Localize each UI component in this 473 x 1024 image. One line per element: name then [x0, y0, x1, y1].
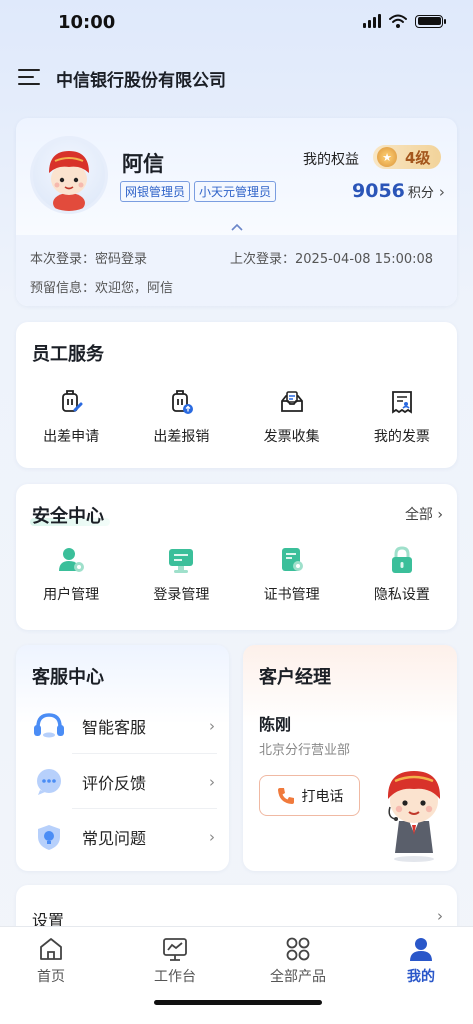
tab-label: 全部产品	[270, 969, 326, 985]
view-all-label: 全部	[404, 507, 433, 523]
view-all-link[interactable]: 全部 ›	[405, 504, 443, 524]
account-manager-card: 客户经理 陈刚 北京分行营业部 打电话	[243, 645, 457, 871]
chevron-right-icon: ›	[438, 183, 445, 201]
chevron-right-icon: ›	[209, 827, 215, 846]
headset-icon	[32, 709, 66, 743]
employee-services-card: 员工服务 出差申请 出差报销 发票收集 我的发票	[16, 322, 457, 468]
last-login: 上次登录：2025-04-08 15:00:08	[230, 252, 434, 267]
my-invoice-icon	[386, 386, 418, 418]
lock-icon	[386, 544, 418, 576]
chevron-up-icon[interactable]	[230, 222, 244, 232]
tab-mine[interactable]: 我的	[376, 935, 466, 986]
role-tags: 网银管理员 小天元管理员	[120, 181, 277, 202]
level-text: 4级	[405, 148, 431, 167]
points-unit: 积分	[407, 186, 434, 201]
manager-name: 陈刚	[259, 715, 292, 734]
grid-label: 隐私设置	[373, 587, 430, 603]
profile-icon	[410, 938, 432, 961]
security-grid: 用户管理 登录管理 证书管理 隐私设置	[16, 544, 457, 604]
grid-label: 用户管理	[43, 587, 100, 603]
menu-icon[interactable]	[18, 67, 40, 87]
tab-home[interactable]: 首页	[6, 935, 96, 986]
login-info: 本次登录：密码登录 上次登录：2025-04-08 15:00:08 预留信息：…	[16, 235, 457, 306]
feedback-item[interactable]: 评价反馈 ›	[32, 754, 215, 809]
chevron-right-icon: ›	[209, 772, 215, 791]
avatar[interactable]	[30, 136, 108, 214]
home-indicator	[154, 1000, 322, 1005]
grid-label: 我的发票	[373, 429, 430, 445]
status-time: 10:00	[58, 12, 116, 33]
chat-bubble-icon	[32, 765, 66, 799]
login-manage-icon	[165, 544, 197, 576]
role-tag: 网银管理员	[120, 181, 191, 202]
section-title: 员工服务	[32, 344, 104, 365]
travel-reimburse-button[interactable]: 出差报销	[126, 386, 236, 446]
grid-label: 登录管理	[153, 587, 210, 603]
smart-service-item[interactable]: 智能客服 ›	[32, 698, 215, 753]
tab-all-products[interactable]: 全部产品	[253, 935, 343, 986]
invoice-collect-icon	[276, 386, 308, 418]
grid-label: 发票收集	[263, 429, 320, 445]
login-manage-button[interactable]: 登录管理	[126, 544, 236, 604]
points-value: 9056	[352, 180, 405, 202]
mascot-image	[387, 771, 441, 862]
cs-label: 常见问题	[82, 828, 147, 848]
customer-service-card: 客服中心 智能客服 › 评价反馈 › 常见问题 ›	[16, 645, 229, 871]
employee-services-grid: 出差申请 出差报销 发票收集 我的发票	[16, 386, 457, 446]
phone-icon	[277, 787, 294, 804]
header: 中信银行股份有限公司	[0, 58, 473, 98]
status-bar: 10:00	[0, 0, 473, 48]
company-title: 中信银行股份有限公司	[56, 71, 226, 91]
tab-workbench[interactable]: 工作台	[130, 935, 220, 986]
tab-bar: 首页 工作台 全部产品 我的	[0, 926, 473, 1024]
my-invoice-button[interactable]: 我的发票	[347, 386, 457, 446]
section-title: 客服中心	[32, 667, 104, 688]
username: 阿信	[122, 152, 164, 176]
wifi-icon	[389, 14, 407, 28]
reserved-info: 预留信息：欢迎您，阿信	[30, 281, 174, 296]
security-center-card: 安全中心 全部 › 用户管理 登录管理 证书管理 隐私设置	[16, 484, 457, 630]
battery-icon	[415, 14, 446, 28]
user-manage-icon	[55, 544, 87, 576]
profile-card[interactable]: 阿信 网银管理员 小天元管理员 我的权益 ★ 4级 9056 积分 › 本次登录…	[16, 118, 457, 306]
faq-bulb-icon	[32, 820, 66, 854]
certificate-manage-button[interactable]: 证书管理	[237, 544, 347, 604]
tab-label: 工作台	[154, 969, 196, 985]
grid-label: 出差报销	[153, 429, 210, 445]
login-method: 本次登录：密码登录	[30, 252, 148, 267]
points-link[interactable]: 9056 积分 ›	[352, 180, 445, 202]
products-grid-icon	[286, 937, 310, 961]
home-icon	[40, 938, 62, 960]
chevron-right-icon: ›	[209, 716, 215, 735]
chevron-right-icon: ›	[437, 507, 443, 523]
travel-apply-icon	[55, 386, 87, 418]
section-title: 客户经理	[259, 667, 331, 688]
user-manage-button[interactable]: 用户管理	[16, 544, 126, 604]
invoice-collect-button[interactable]: 发票收集	[237, 386, 347, 446]
grid-label: 出差申请	[43, 429, 100, 445]
grid-label: 证书管理	[263, 587, 320, 603]
tab-label: 首页	[37, 969, 65, 985]
cs-label: 评价反馈	[82, 773, 147, 793]
certificate-icon	[276, 544, 308, 576]
call-label: 打电话	[301, 788, 344, 805]
section-title: 安全中心	[32, 506, 104, 527]
medal-icon: ★	[377, 147, 397, 167]
travel-apply-button[interactable]: 出差申请	[16, 386, 126, 446]
status-icons	[363, 14, 446, 28]
privacy-settings-button[interactable]: 隐私设置	[347, 544, 457, 604]
benefit-label: 我的权益	[303, 152, 359, 168]
level-badge[interactable]: ★ 4级	[373, 145, 441, 169]
workbench-icon	[163, 938, 187, 961]
tab-label: 我的	[407, 969, 435, 985]
faq-item[interactable]: 常见问题 ›	[32, 809, 215, 864]
cs-label: 智能客服	[82, 717, 147, 737]
signal-icon	[363, 14, 381, 28]
chevron-right-icon: ›	[437, 907, 443, 925]
travel-reimburse-icon	[165, 386, 197, 418]
manager-department: 北京分行营业部	[259, 743, 351, 758]
role-tag: 小天元管理员	[194, 181, 277, 202]
call-button[interactable]: 打电话	[259, 775, 360, 816]
